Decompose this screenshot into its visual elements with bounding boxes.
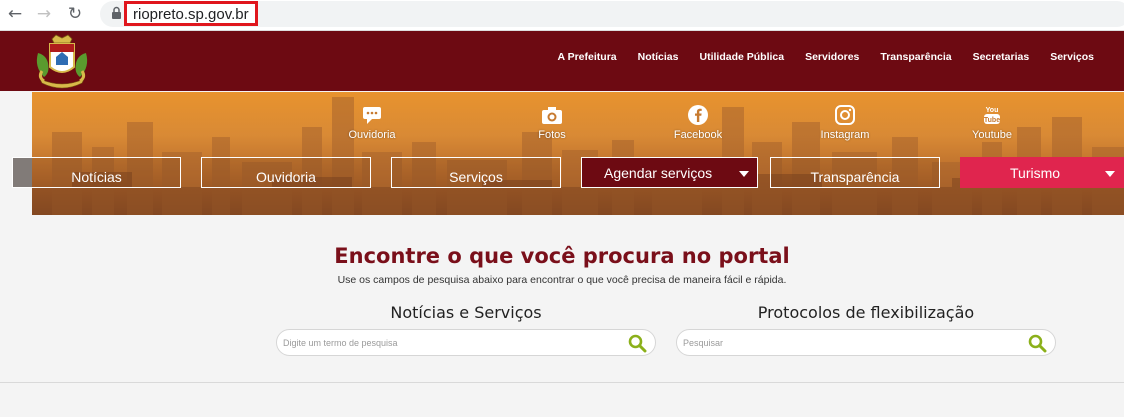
chevron-down-icon <box>1105 171 1115 177</box>
reload-icon[interactable]: ↻ <box>64 3 86 25</box>
social-fotos[interactable]: Fotos <box>512 104 592 141</box>
section-divider <box>0 382 1124 383</box>
main-nav: A Prefeitura Notícias Utilidade Pública … <box>557 51 1094 63</box>
search-box-protocolos <box>676 329 1056 356</box>
svg-text:You: You <box>986 107 999 114</box>
search-section-title: Encontre o que você procura no portal <box>334 244 790 268</box>
svg-text:Tube: Tube <box>984 117 1000 124</box>
quick-button-noticias[interactable]: Notícias <box>12 157 181 188</box>
nav-noticias[interactable]: Notícias <box>638 51 679 63</box>
social-ouvidoria[interactable]: Ouvidoria <box>332 104 412 141</box>
city-coat-of-arms-logo[interactable] <box>30 33 94 91</box>
social-label: Facebook <box>673 129 723 141</box>
search-icon[interactable] <box>1028 334 1047 353</box>
browser-toolbar: ← → ↻ riopreto.sp.gov.br <box>0 0 1124 31</box>
social-label: Fotos <box>538 129 566 141</box>
social-label: Youtube <box>972 129 1012 141</box>
camera-icon <box>542 107 562 124</box>
agendar-servicos-label: Agendar serviços <box>604 165 713 181</box>
chat-icon <box>363 107 381 124</box>
social-youtube[interactable]: You Tube Youtube <box>952 104 1032 141</box>
lock-icon[interactable] <box>111 6 122 20</box>
turismo-label: Turismo <box>1010 165 1061 181</box>
search-section-subtitle: Use os campos de pesquisa abaixo para en… <box>337 274 787 286</box>
instagram-icon <box>835 105 855 125</box>
search-input-protocolos[interactable] <box>683 335 1003 351</box>
social-instagram[interactable]: Instagram <box>805 104 885 141</box>
nav-servidores[interactable]: Servidores <box>805 51 859 63</box>
search-icon[interactable] <box>628 334 647 353</box>
nav-servicos[interactable]: Serviços <box>1050 51 1094 63</box>
nav-utilidade-publica[interactable]: Utilidade Pública <box>699 51 784 63</box>
quick-button-agendar-servicos[interactable]: Agendar serviços <box>581 157 758 188</box>
facebook-icon <box>688 105 708 125</box>
back-arrow-icon[interactable]: ← <box>4 3 26 25</box>
quick-button-turismo[interactable]: Turismo <box>960 157 1124 188</box>
search-input-noticias-servicos[interactable] <box>283 335 603 351</box>
url-highlight-box[interactable]: riopreto.sp.gov.br <box>124 1 258 26</box>
nav-transparencia[interactable]: Transparência <box>880 51 951 63</box>
search-box-noticias-servicos <box>276 329 656 356</box>
nav-secretarias[interactable]: Secretarias <box>973 51 1030 63</box>
youtube-icon: You Tube <box>984 107 1000 124</box>
chevron-down-icon <box>739 171 749 177</box>
social-label: Ouvidoria <box>348 129 396 141</box>
nav-a-prefeitura[interactable]: A Prefeitura <box>557 51 616 63</box>
url-text[interactable]: riopreto.sp.gov.br <box>133 6 249 23</box>
quick-button-servicos[interactable]: Serviços <box>391 157 561 188</box>
quick-button-transparencia[interactable]: Transparência <box>770 157 940 188</box>
quick-button-ouvidoria[interactable]: Ouvidoria <box>201 157 371 188</box>
social-label: Instagram <box>820 129 870 141</box>
forward-arrow-icon[interactable]: → <box>33 3 55 25</box>
search-column-title-noticias-servicos: Notícias e Serviços <box>390 303 542 322</box>
social-facebook[interactable]: Facebook <box>658 104 738 141</box>
search-column-title-protocolos: Protocolos de flexibilização <box>757 303 975 322</box>
